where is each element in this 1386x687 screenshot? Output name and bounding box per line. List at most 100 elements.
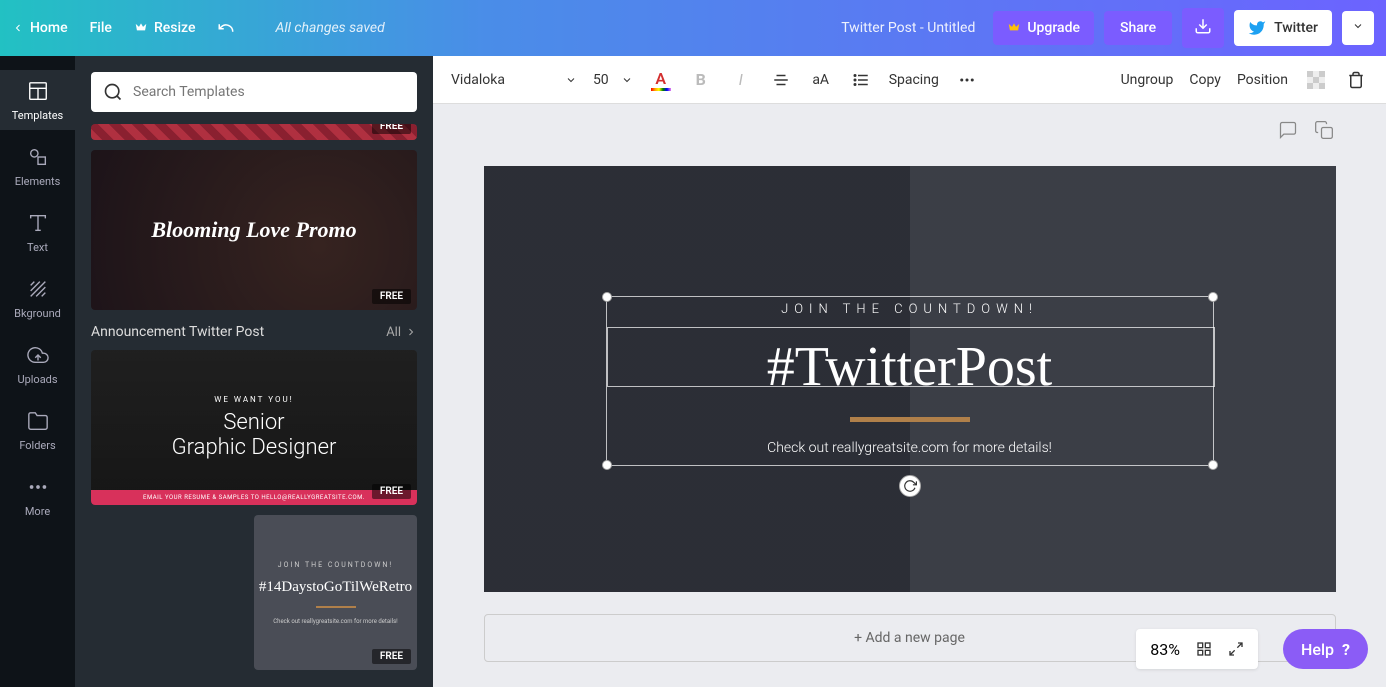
rail-uploads[interactable]: Uploads [0,334,75,394]
more-options-button[interactable] [955,68,979,92]
fullscreen-icon[interactable] [1228,641,1244,657]
spacing-button[interactable]: Spacing [889,72,939,88]
chevron-down-icon [565,74,577,86]
template-eyebrow: JOIN THE COUNTDOWN! [278,561,393,569]
rail-background[interactable]: Bkground [0,268,75,328]
section-header: Announcement Twitter Post All [91,324,417,340]
delete-button[interactable] [1344,68,1368,92]
font-size: 50 [593,72,609,88]
free-badge: FREE [372,124,411,134]
rail-label: Templates [12,109,63,122]
search-icon [103,82,123,102]
templates-panel: FREE Blooming Love Promo FREE Announceme… [75,56,433,687]
section-title: Announcement Twitter Post [91,324,264,340]
duplicate-page-button[interactable] [1314,120,1338,144]
publish-dropdown[interactable] [1342,11,1374,45]
comment-icon [1278,120,1298,140]
download-icon [1194,17,1212,35]
topbar-left: Home File Resize All changes saved [12,19,385,37]
see-all-button[interactable]: All [386,325,417,340]
all-label: All [386,325,401,340]
italic-button[interactable]: I [729,68,753,92]
selection-box[interactable] [606,296,1214,466]
home-button[interactable]: Home [12,20,68,36]
design-canvas[interactable]: JOIN THE COUNTDOWN! #TwitterPost Check o… [484,166,1336,592]
template-card[interactable]: JOIN THE COUNTDOWN! #14DaystoGoTilWeRetr… [254,515,417,670]
chevron-left-icon [12,22,24,34]
chevron-down-icon [1352,20,1364,32]
rotate-icon [903,479,917,493]
rail-templates[interactable]: Templates [0,70,75,130]
align-center-icon [772,71,790,89]
selection-handle[interactable] [602,460,612,470]
rail-text[interactable]: Text [0,202,75,262]
text-color-button[interactable]: A [649,68,673,92]
rail-folders[interactable]: Folders [0,400,75,460]
publish-label: Twitter [1274,20,1318,36]
comment-button[interactable] [1278,120,1302,144]
template-title: Blooming Love Promo [151,217,356,243]
list-button[interactable] [849,68,873,92]
bold-button[interactable]: B [689,68,713,92]
search-box[interactable] [91,72,417,112]
upgrade-label: Upgrade [1027,20,1080,36]
selection-handle[interactable] [1208,460,1218,470]
template-title: #14DaystoGoTilWeRetro [259,579,412,596]
selection-handle[interactable] [602,292,612,302]
upgrade-button[interactable]: Upgrade [993,11,1094,45]
save-status: All changes saved [275,20,384,36]
font-select[interactable]: Vidaloka [451,72,577,88]
template-card[interactable]: FREE [91,124,417,140]
text-icon [26,211,50,235]
position-button[interactable]: Position [1237,72,1288,88]
undo-icon [217,19,235,37]
rail-label: Uploads [17,373,57,386]
rail-label: Text [27,241,48,254]
free-badge: FREE [372,649,411,664]
side-rail: Templates Elements Text Bkground Uploads… [0,56,75,687]
file-menu[interactable]: File [90,20,112,36]
rail-label: Folders [19,439,55,452]
template-line1: Senior [223,410,284,435]
help-button[interactable]: Help ? [1283,629,1368,669]
template-footer: EMAIL YOUR RESUME & SAMPLES TO HELLO@REA… [91,490,417,505]
canvas-area[interactable]: JOIN THE COUNTDOWN! #TwitterPost Check o… [433,104,1386,687]
align-button[interactable] [769,68,793,92]
font-size-select[interactable]: 50 [593,72,633,88]
uploads-icon [26,343,50,367]
topbar-right: Twitter Post - Untitled Upgrade Share Tw… [841,8,1374,48]
page-actions [1278,120,1338,144]
download-button[interactable] [1182,8,1224,48]
zoom-level[interactable]: 83% [1150,640,1180,659]
home-label: Home [30,20,68,36]
copy-button[interactable]: Copy [1189,72,1221,88]
text-toolbar: Vidaloka 50 A B I aA Spacing [433,56,1386,104]
rail-label: More [25,505,50,518]
rail-elements[interactable]: Elements [0,136,75,196]
document-title[interactable]: Twitter Post - Untitled [841,20,975,36]
template-card[interactable]: Blooming Love Promo FREE [91,150,417,310]
font-name: Vidaloka [451,72,505,88]
list-icon [852,71,870,89]
transparency-button[interactable] [1304,68,1328,92]
case-button[interactable]: aA [809,68,833,92]
grid-view-icon[interactable] [1196,641,1212,657]
rotate-handle[interactable] [899,475,921,497]
publish-button[interactable]: Twitter [1234,10,1332,46]
crown-icon [134,21,148,35]
zoom-controls: 83% [1136,629,1258,669]
selection-handle[interactable] [1208,292,1218,302]
transparency-icon [1307,71,1325,89]
search-input[interactable] [133,84,405,100]
twitter-icon [1248,19,1266,37]
ungroup-button[interactable]: Ungroup [1121,72,1174,88]
rail-more[interactable]: More [0,466,75,526]
chevron-down-icon [621,74,633,86]
help-icon: ? [1342,640,1350,659]
template-card[interactable]: WE WANT YOU! Senior Graphic Designer EMA… [91,350,417,505]
undo-button[interactable] [217,19,235,37]
duplicate-icon [1314,120,1334,140]
share-button[interactable]: Share [1104,11,1172,45]
chevron-right-icon [405,326,417,338]
resize-button[interactable]: Resize [134,20,196,36]
